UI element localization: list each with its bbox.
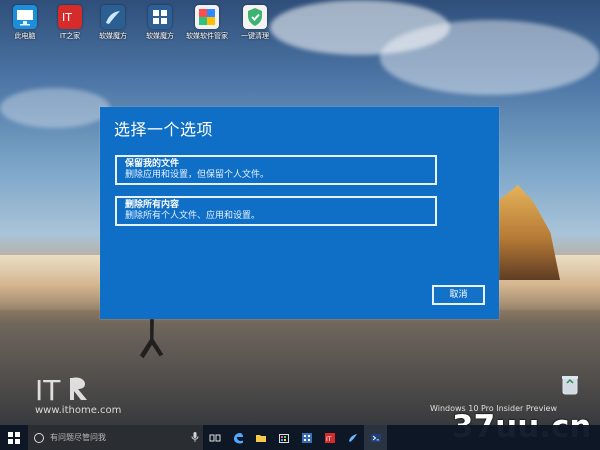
edge-button[interactable]	[226, 425, 249, 450]
choose-option-dialog: 选择一个选项 保留我的文件 删除应用和设置，但保留个人文件。 删除所有内容 删除…	[100, 107, 499, 319]
background-cloud	[380, 20, 600, 95]
acrobat-silhouette	[139, 317, 164, 359]
cancel-button[interactable]: 取消	[432, 285, 485, 305]
search-icon	[34, 432, 44, 443]
search-placeholder: 有问题尽管问我	[50, 433, 106, 442]
desktop-icon-one-click-cleanup[interactable]: 一键清理	[230, 5, 280, 47]
mofang-icon	[101, 5, 125, 29]
store-button[interactable]	[272, 425, 295, 450]
store-icon	[278, 433, 289, 443]
keep-my-files-option[interactable]: 保留我的文件 删除应用和设置，但保留个人文件。	[115, 155, 437, 185]
shield-icon	[243, 5, 267, 29]
file-explorer-button[interactable]	[249, 425, 272, 450]
desktop-icon-label: 软媒魔方	[99, 32, 127, 40]
computer-icon	[13, 5, 37, 29]
start-button[interactable]	[0, 425, 28, 450]
ithome-watermark-logo: IT	[35, 374, 87, 406]
ithome-icon: IT	[58, 5, 82, 29]
svg-text:IT: IT	[35, 374, 61, 406]
keep-my-files-title: 保留我的文件	[125, 159, 180, 169]
task-view-button[interactable]	[203, 425, 226, 450]
cube-icon	[148, 5, 172, 29]
watermark-url: www.ithome.com	[35, 405, 122, 416]
taskbar-search-box[interactable]: 有问题尽管问我	[28, 425, 203, 450]
mofang-icon	[301, 432, 312, 443]
mofang-button[interactable]	[295, 425, 318, 450]
dialog-title: 选择一个选项	[114, 120, 214, 139]
desktop-icon-this-pc[interactable]: 此电脑	[0, 5, 50, 47]
remove-everything-title: 删除所有内容	[125, 200, 180, 210]
desktop-icon-label: 一键清理	[241, 32, 269, 40]
background-cloud	[0, 88, 110, 128]
remove-everything-subtitle: 删除所有个人文件、应用和设置。	[125, 211, 261, 221]
microphone-icon[interactable]	[191, 432, 199, 442]
svg-text:IT: IT	[326, 436, 332, 443]
desktop-icon-label: IT之家	[59, 32, 81, 40]
taskbar-pinned-icons: IT	[203, 425, 387, 450]
desktop-icon-label: 软媒软件管家	[186, 32, 228, 40]
windows-logo-icon	[8, 431, 20, 444]
software-manager-icon	[195, 5, 219, 29]
desktop-icon-row: 此电脑 IT IT之家 软媒魔方 软媒魔方 软媒软件管家 一键清理	[0, 5, 290, 45]
app-button[interactable]	[341, 425, 364, 450]
keep-my-files-subtitle: 删除应用和设置，但保留个人文件。	[125, 170, 270, 180]
desktop-icon-rumao-mofang[interactable]: 软媒魔方	[88, 5, 138, 47]
recycle-bin-icon[interactable]	[556, 370, 584, 398]
svg-text:IT: IT	[62, 11, 72, 24]
app-icon	[348, 433, 357, 442]
desktop-icon-label: 软媒魔方	[146, 32, 174, 40]
ithome-icon: IT	[324, 432, 335, 443]
ithome-button[interactable]: IT	[318, 425, 341, 450]
powershell-icon	[370, 433, 381, 442]
powershell-button[interactable]	[364, 425, 387, 450]
desktop-icon-label: 此电脑	[14, 32, 36, 40]
edge-icon	[233, 432, 243, 443]
taskbar: 有问题尽管问我 IT	[0, 425, 600, 450]
task-view-icon	[209, 434, 220, 441]
desktop-icon-software-manager[interactable]: 软媒软件管家	[182, 5, 232, 47]
file-explorer-icon	[255, 434, 266, 442]
remove-everything-option[interactable]: 删除所有内容 删除所有个人文件、应用和设置。	[115, 196, 437, 226]
desktop-icon-rumao-mofang-2[interactable]: 软媒魔方	[135, 5, 185, 47]
